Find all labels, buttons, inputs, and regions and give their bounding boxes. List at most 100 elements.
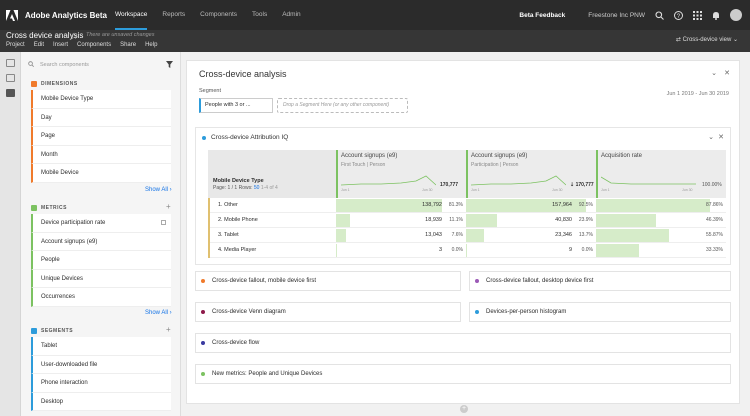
column-name: Acquisition rate — [601, 153, 643, 159]
row-label[interactable]: 3. Tablet — [208, 228, 336, 243]
visualizations-icon[interactable] — [5, 74, 15, 82]
panels-icon[interactable] — [5, 59, 15, 67]
list-item[interactable]: Page — [31, 127, 171, 146]
metrics-show-all-link[interactable]: Show All › — [145, 310, 172, 316]
sparkline-end-label: Jun 30 — [422, 188, 433, 192]
list-item[interactable]: Tablet — [31, 337, 171, 356]
freeform-table-viz: Cross-device Attribution IQ ⌄ ✕ Mobile D… — [195, 127, 731, 265]
menu-components[interactable]: Components — [77, 42, 111, 48]
nav-tools[interactable]: Tools — [252, 0, 267, 30]
components-icon[interactable] — [5, 89, 15, 97]
collapse-icon[interactable]: ⌄ — [711, 69, 717, 77]
cell-bar — [336, 229, 346, 242]
table-row[interactable]: 1. Other 138,792 81.3% 157,964 92.5% 87.86% — [208, 198, 726, 213]
user-avatar[interactable] — [730, 9, 742, 21]
segments-list: Tablet User-downloaded file Phone intera… — [31, 337, 171, 412]
segment-drop-zone[interactable]: Drop a Segment Here (or any other compon… — [277, 98, 408, 113]
table-row[interactable]: 4. Media Player 3 0.0% 9 0.0% 33.33% — [208, 243, 726, 258]
list-item[interactable]: Account signups (e9) — [31, 232, 171, 252]
info-icon[interactable] — [161, 220, 166, 225]
list-item[interactable]: People — [31, 251, 171, 270]
view-selector[interactable]: ⇄ Cross-device view ⌄ — [676, 36, 738, 43]
table-cell[interactable]: 55.87% — [596, 228, 726, 243]
table-cell[interactable]: 40,830 23.9% — [466, 213, 596, 228]
table-cell[interactable]: 18,939 11.1% — [336, 213, 466, 228]
cell-value: 13,043 — [425, 232, 442, 238]
viz-card[interactable]: Cross-device Venn diagram — [195, 302, 461, 322]
close-icon[interactable]: ✕ — [718, 133, 724, 141]
nav-admin[interactable]: Admin — [282, 0, 300, 30]
list-item[interactable]: Day — [31, 108, 171, 128]
segment-label: Segment — [199, 88, 222, 94]
row-label[interactable]: 1. Other — [208, 198, 336, 213]
nav-reports[interactable]: Reports — [162, 0, 185, 30]
nav-workspace[interactable]: Workspace — [115, 0, 148, 30]
column-header[interactable]: Account signups (e9) Participation | Per… — [466, 150, 596, 198]
table-row[interactable]: 3. Tablet 13,043 7.6% 23,346 13.7% 55.87% — [208, 228, 726, 243]
menu-insert[interactable]: Insert — [53, 42, 68, 48]
apps-grid-icon[interactable] — [692, 10, 702, 20]
list-item[interactable]: Month — [31, 145, 171, 165]
table-cell[interactable]: 23,346 13.7% — [466, 228, 596, 243]
filter-icon[interactable] — [166, 60, 173, 70]
dimensions-show-all-link[interactable]: Show All › — [145, 187, 172, 193]
collapse-icon[interactable]: ⌄ — [708, 133, 714, 141]
segment-pill[interactable]: People with 3 or ... — [199, 98, 273, 113]
cell-bar — [596, 199, 711, 212]
adobe-logo-icon[interactable] — [5, 8, 19, 22]
viz-card[interactable]: Cross-device fallout, desktop device fir… — [469, 271, 731, 291]
close-icon[interactable]: ✕ — [724, 69, 730, 77]
list-item[interactable]: User-downloaded file — [31, 355, 171, 375]
table-cell[interactable]: 138,792 81.3% — [336, 198, 466, 213]
rows-per-page-select[interactable]: 50 — [254, 185, 260, 191]
list-item[interactable]: Desktop — [31, 392, 171, 412]
list-item[interactable]: Mobile Device Type — [31, 90, 171, 109]
viz-card[interactable]: New metrics: People and Unique Devices — [195, 364, 731, 384]
table-cell[interactable]: 33.33% — [596, 243, 726, 258]
dimension-header[interactable]: Mobile Device Type — [213, 178, 264, 184]
table-cell[interactable]: 157,964 92.5% — [466, 198, 596, 213]
viz-dot-icon — [201, 341, 205, 345]
list-item[interactable]: Occurrences — [31, 288, 171, 307]
menu-help[interactable]: Help — [145, 42, 157, 48]
table-cell[interactable]: 3 0.0% — [336, 243, 466, 258]
org-switcher[interactable]: Freestone Inc PNW — [588, 12, 645, 19]
search-icon[interactable] — [654, 10, 664, 20]
list-item[interactable]: Phone interaction — [31, 374, 171, 393]
add-segment-icon[interactable]: + — [166, 325, 171, 334]
table-cell[interactable]: 87.86% — [596, 198, 726, 213]
viz-card-title: Devices-per-person histogram — [486, 309, 567, 315]
menu-project[interactable]: Project — [6, 42, 25, 48]
column-header[interactable]: Acquisition rate Jun 1 Jun 30 100.00% — [596, 150, 726, 198]
panel-title[interactable]: Cross-device analysis — [199, 69, 287, 79]
search-input[interactable]: Search components — [40, 62, 89, 68]
column-header[interactable]: Account signups (e9) First Touch | Perso… — [336, 150, 466, 198]
viz-card[interactable]: Cross-device fallout, mobile device firs… — [195, 271, 461, 291]
viz-title[interactable]: Cross-device Attribution IQ — [211, 134, 288, 141]
row-label[interactable]: 4. Media Player — [208, 243, 336, 258]
beta-feedback-link[interactable]: Beta Feedback — [519, 12, 565, 19]
viz-card[interactable]: Cross-device flow — [195, 333, 731, 353]
menu-share[interactable]: Share — [120, 42, 136, 48]
segments-icon — [31, 328, 37, 334]
viz-dot-icon — [475, 310, 479, 314]
cell-value: 3 — [438, 247, 442, 253]
help-icon[interactable]: ? — [673, 10, 683, 20]
table-cell[interactable]: 13,043 7.6% — [336, 228, 466, 243]
table-row[interactable]: 2. Mobile Phone 18,939 11.1% 40,830 23.9% 46.… — [208, 213, 726, 228]
add-metric-icon[interactable]: + — [166, 202, 171, 211]
menu-edit[interactable]: Edit — [34, 42, 44, 48]
nav-components[interactable]: Components — [200, 0, 237, 30]
viz-card[interactable]: Devices-per-person histogram — [469, 302, 731, 322]
list-item[interactable]: Unique Devices — [31, 269, 171, 289]
cell-percent: 23.9% — [578, 217, 593, 223]
list-item[interactable]: Device participation rate — [31, 214, 171, 233]
bell-icon[interactable] — [711, 10, 721, 20]
list-item[interactable]: Mobile Device — [31, 164, 171, 183]
add-panel-button[interactable]: + — [460, 405, 468, 413]
table-cell[interactable]: 46.39% — [596, 213, 726, 228]
row-label[interactable]: 2. Mobile Phone — [208, 213, 336, 228]
date-range[interactable]: Jun 1 2019 - Jun 30 2019 — [667, 91, 729, 97]
star-icon[interactable]: ☆ — [70, 31, 78, 42]
table-cell[interactable]: 9 0.0% — [466, 243, 596, 258]
